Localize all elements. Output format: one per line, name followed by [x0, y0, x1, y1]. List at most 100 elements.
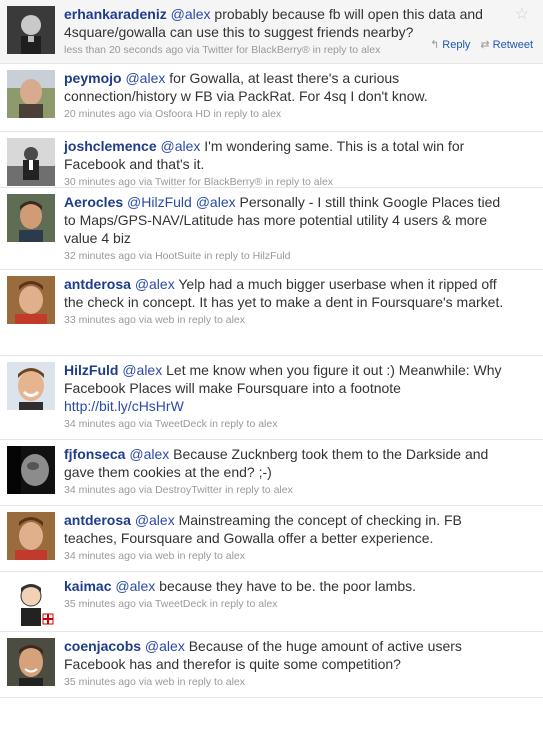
via-label: via	[138, 676, 153, 688]
in-reply-to-link[interactable]: alex	[361, 44, 380, 56]
source-link[interactable]: Osfoora HD	[155, 108, 210, 120]
mention-link[interactable]: @alex	[135, 276, 175, 292]
star-icon[interactable]: ☆	[515, 4, 529, 24]
tweet-actions: ↰ Reply ⇄ Retweet	[420, 38, 533, 51]
in-reply-to-label: in reply to	[209, 418, 256, 430]
tweet-item: fjfonseca @alex Because Zucknberg took t…	[0, 440, 543, 506]
timestamp-link[interactable]: 33 minutes ago	[64, 314, 136, 326]
tweet-meta: 33 minutes ago via web in reply to alex	[64, 313, 513, 327]
screen-name-link[interactable]: Aerocles	[64, 194, 123, 210]
avatar[interactable]	[7, 194, 55, 242]
tweet-meta: 35 minutes ago via web in reply to alex	[64, 675, 513, 689]
tweet-meta: 35 minutes ago via TweetDeck in reply to…	[64, 597, 513, 611]
timestamp-link[interactable]: 32 minutes ago	[64, 250, 136, 262]
screen-name-link[interactable]: kaimac	[64, 578, 111, 594]
in-reply-to-link[interactable]: alex	[226, 314, 245, 326]
source-link[interactable]: TweetDeck	[155, 418, 207, 430]
screen-name-link[interactable]: antderosa	[64, 512, 131, 528]
timestamp-link[interactable]: 34 minutes ago	[64, 550, 136, 562]
avatar[interactable]	[7, 138, 55, 186]
source-link[interactable]: web	[155, 676, 174, 688]
tweet-link[interactable]: http://bit.ly/cHsHrW	[64, 398, 184, 414]
tweet-content: kaimac @alex because they have to be. th…	[64, 577, 513, 595]
mention-link[interactable]: @HilzFuld	[127, 194, 192, 210]
tweet-content: erhankaradeniz @alex probably because fb…	[64, 5, 513, 41]
in-reply-to-link[interactable]: alex	[226, 550, 245, 562]
screen-name-link[interactable]: antderosa	[64, 276, 131, 292]
retweet-button[interactable]: ⇄ Retweet	[480, 39, 533, 51]
in-reply-to-link[interactable]: alex	[262, 108, 281, 120]
mentions: @alex	[125, 70, 169, 86]
tweet-meta: 20 minutes ago via Osfoora HD in reply t…	[64, 107, 513, 121]
mention-link[interactable]: @alex	[196, 194, 236, 210]
source-link[interactable]: web	[155, 314, 174, 326]
in-reply-to-link[interactable]: alex	[226, 676, 245, 688]
mention-link[interactable]: @alex	[171, 6, 211, 22]
screen-name-link[interactable]: erhankaradeniz	[64, 6, 167, 22]
source-link[interactable]: TweetDeck	[155, 598, 207, 610]
tweet-item: coenjacobs @alex Because of the huge amo…	[0, 632, 543, 698]
timestamp-link[interactable]: 35 minutes ago	[64, 598, 136, 610]
avatar[interactable]	[7, 362, 55, 410]
tweet-meta: 34 minutes ago via TweetDeck in reply to…	[64, 417, 513, 431]
tweet-text: because they have to be. the poor lambs.	[159, 578, 417, 594]
in-reply-to-link[interactable]: HilzFuld	[253, 250, 291, 262]
mention-link[interactable]: @alex	[145, 638, 185, 654]
source-link[interactable]: HootSuite	[155, 250, 201, 262]
timestamp-link[interactable]: 30 minutes ago	[64, 176, 136, 188]
via-label: via	[138, 418, 153, 430]
mention-link[interactable]: @alex	[161, 138, 201, 154]
tweet-content: fjfonseca @alex Because Zucknberg took t…	[64, 445, 513, 481]
avatar[interactable]	[7, 276, 55, 324]
tweet-item: antderosa @alex Mainstreaming the concep…	[0, 506, 543, 572]
mention-link[interactable]: @alex	[129, 446, 169, 462]
source-link[interactable]: DestroyTwitter	[155, 484, 222, 496]
screen-name-link[interactable]: coenjacobs	[64, 638, 141, 654]
screen-name-link[interactable]: joshclemence	[64, 138, 157, 154]
reply-label: Reply	[442, 39, 471, 51]
mentions: @alex	[122, 362, 166, 378]
in-reply-to-link[interactable]: alex	[314, 176, 333, 188]
source-link[interactable]: Twitter for BlackBerry®	[155, 176, 263, 188]
avatar[interactable]	[7, 6, 55, 54]
tweet-meta: 30 minutes ago via Twitter for BlackBerr…	[64, 175, 513, 189]
screen-name-link[interactable]: peymojo	[64, 70, 122, 86]
timestamp-link[interactable]: 34 minutes ago	[64, 418, 136, 430]
timestamp-link[interactable]: less than 20 seconds ago	[64, 44, 183, 56]
reply-arrow-icon: ↰	[430, 39, 440, 51]
via-label: via	[138, 108, 153, 120]
tweet-item: peymojo @alex for Gowalla, at least ther…	[0, 64, 543, 132]
mention-link[interactable]: @alex	[115, 578, 155, 594]
mentions: @alex	[115, 578, 159, 594]
avatar[interactable]	[7, 578, 55, 626]
in-reply-to-label: in reply to	[177, 314, 223, 326]
avatar[interactable]	[7, 638, 55, 686]
timestamp-link[interactable]: 34 minutes ago	[64, 484, 136, 496]
via-label: via	[138, 176, 153, 188]
tweet-content: peymojo @alex for Gowalla, at least ther…	[64, 69, 513, 105]
in-reply-to-label: in reply to	[177, 676, 223, 688]
timestamp-link[interactable]: 20 minutes ago	[64, 108, 136, 120]
mention-link[interactable]: @alex	[135, 512, 175, 528]
screen-name-link[interactable]: fjfonseca	[64, 446, 125, 462]
mention-link[interactable]: @alex	[125, 70, 165, 86]
screen-name-link[interactable]: HilzFuld	[64, 362, 118, 378]
tweet-meta: 32 minutes ago via HootSuite in reply to…	[64, 249, 513, 263]
in-reply-to-link[interactable]: alex	[258, 418, 277, 430]
avatar[interactable]	[7, 70, 55, 118]
tweet-timeline: erhankaradeniz @alex probably because fb…	[0, 0, 543, 698]
via-label: via	[138, 550, 153, 562]
source-link[interactable]: web	[155, 550, 174, 562]
tweet-content: antderosa @alex Yelp had a much bigger u…	[64, 275, 513, 311]
reply-button[interactable]: ↰ Reply	[430, 39, 470, 51]
avatar[interactable]	[7, 512, 55, 560]
via-label: via	[138, 484, 153, 496]
mention-link[interactable]: @alex	[122, 362, 162, 378]
in-reply-to-link[interactable]: alex	[274, 484, 293, 496]
timestamp-link[interactable]: 35 minutes ago	[64, 676, 136, 688]
in-reply-to-link[interactable]: alex	[258, 598, 277, 610]
avatar[interactable]	[7, 446, 55, 494]
source-link[interactable]: Twitter for BlackBerry®	[202, 44, 310, 56]
mentions: @alex	[145, 638, 189, 654]
tweet-item: HilzFuld @alex Let me know when you figu…	[0, 356, 543, 440]
